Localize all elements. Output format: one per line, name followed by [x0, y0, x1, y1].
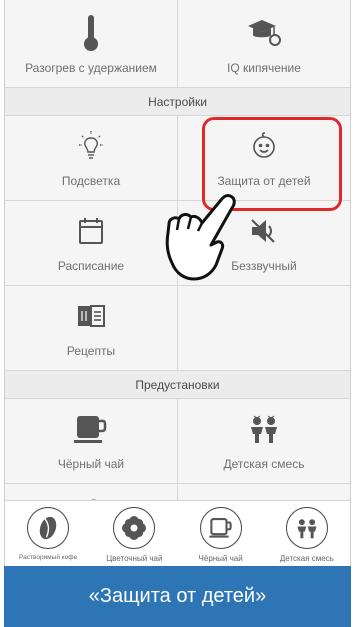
calendar-icon	[77, 211, 105, 251]
recipe-book-icon	[76, 296, 106, 336]
mute-speaker-icon	[248, 211, 280, 251]
presets-row-1: Чёрный чай Детская смесь	[5, 399, 350, 484]
baby-formula-label: Детская смесь	[223, 457, 305, 471]
schedule-cell[interactable]: Расписание	[5, 201, 177, 285]
child-face-icon	[249, 126, 279, 166]
iq-boil-cell[interactable]: IQ кипячение	[177, 0, 350, 87]
silent-label: Беззвучный	[231, 259, 297, 273]
empty-cell	[177, 286, 350, 370]
preset-dock: Растворимый кофе Цветочный чай Чёрный ча…	[5, 500, 350, 566]
backlight-label: Подсветка	[61, 174, 121, 188]
black-tea-label: Чёрный чай	[57, 457, 125, 471]
child-lock-cell[interactable]: Защита от детей	[177, 116, 350, 200]
tea-cup-icon	[74, 409, 108, 449]
thermometer-icon	[83, 13, 99, 53]
children-icon	[285, 507, 328, 549]
settings-row-1: Подсветка Защита от детей	[5, 116, 350, 201]
schedule-label: Расписание	[57, 259, 125, 273]
settings-header: Настройки	[5, 88, 350, 116]
recipes-label: Рецепты	[66, 344, 116, 358]
dock-item-baby-formula[interactable]: Детская смесь	[264, 501, 350, 566]
heat-hold-cell[interactable]: Разогрев с удержанием	[5, 0, 177, 87]
recipes-cell[interactable]: Рецепты	[5, 286, 177, 370]
dock-item-flower-tea[interactable]: Цветочный чай	[91, 501, 177, 566]
black-tea-cell[interactable]: Чёрный чай	[5, 399, 177, 483]
dock-label-baby-formula: Детская смесь	[279, 554, 334, 563]
children-icon	[248, 409, 280, 449]
coffee-bean-icon	[27, 507, 70, 549]
heat-hold-label: Разогрев с удержанием	[25, 61, 157, 75]
lightbulb-icon	[74, 126, 108, 166]
tea-cup-icon	[199, 507, 242, 549]
dock-label-flower-tea: Цветочный чай	[106, 554, 163, 563]
pointing-hand-icon	[160, 193, 240, 283]
dock-label-black-tea: Чёрный чай	[198, 554, 243, 563]
function-row-top: Разогрев с удержанием IQ кипячение	[5, 0, 350, 88]
backlight-cell[interactable]: Подсветка	[5, 116, 177, 200]
settings-row-3: Рецепты	[5, 286, 350, 371]
dock-item-black-tea[interactable]: Чёрный чай	[178, 501, 264, 566]
presets-header: Предустановки	[5, 371, 350, 399]
caption-text: «Защита от детей»	[88, 585, 267, 607]
caption-bar: «Защита от детей»	[4, 566, 351, 627]
dock-label-instant-coffee: Растворимый кофе	[18, 554, 78, 561]
graduation-cap-icon	[246, 13, 282, 53]
iq-boil-label: IQ кипячение	[227, 61, 301, 75]
child-lock-label: Защита от детей	[217, 174, 311, 188]
flower-icon	[113, 507, 156, 549]
baby-formula-cell[interactable]: Детская смесь	[177, 399, 350, 483]
dock-item-instant-coffee[interactable]: Растворимый кофе	[5, 501, 91, 566]
